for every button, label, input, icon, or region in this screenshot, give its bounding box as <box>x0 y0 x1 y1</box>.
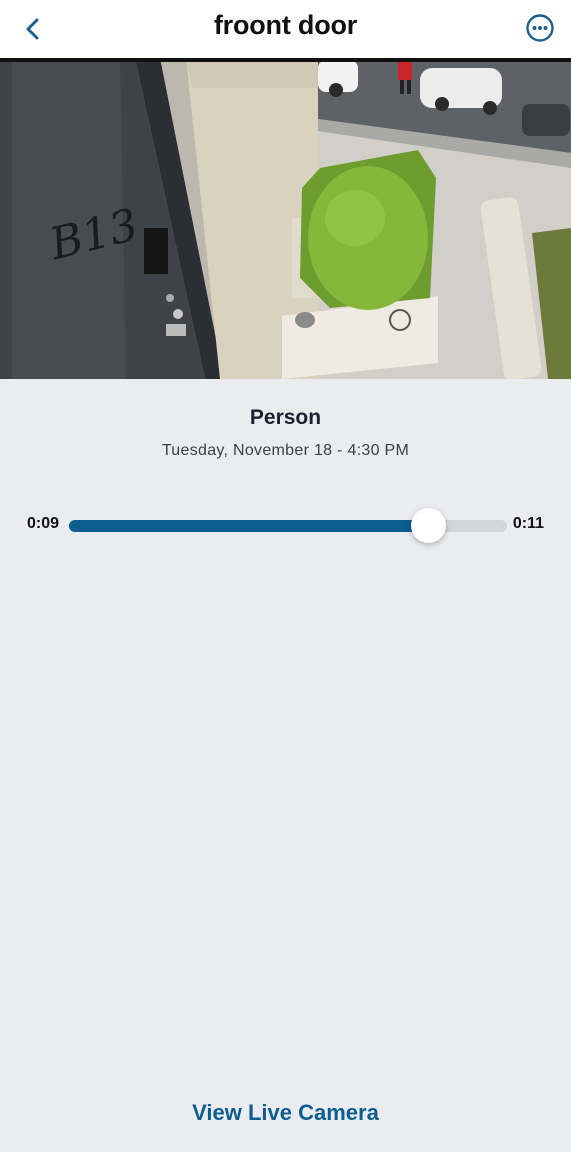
playback-scrubber[interactable] <box>69 508 507 543</box>
top-bar: froont door <box>0 0 571 58</box>
scrubber-progress <box>69 520 429 532</box>
current-time-label: 0:09 <box>27 515 60 532</box>
video-frame: B13 <box>0 58 571 379</box>
event-timestamp: Tuesday, November 18 - 4:30 PM <box>161 442 410 459</box>
view-live-camera-button[interactable]: View Live Camera <box>0 1100 571 1126</box>
event-video-player[interactable]: B13 <box>0 58 571 379</box>
ellipsis-circle-icon <box>526 14 554 42</box>
event-type: Person <box>249 406 322 429</box>
page-title: froont door <box>213 10 358 40</box>
duration-label: 0:11 <box>512 515 544 532</box>
scrubber-handle[interactable] <box>411 508 447 543</box>
more-options-button[interactable] <box>523 11 557 45</box>
